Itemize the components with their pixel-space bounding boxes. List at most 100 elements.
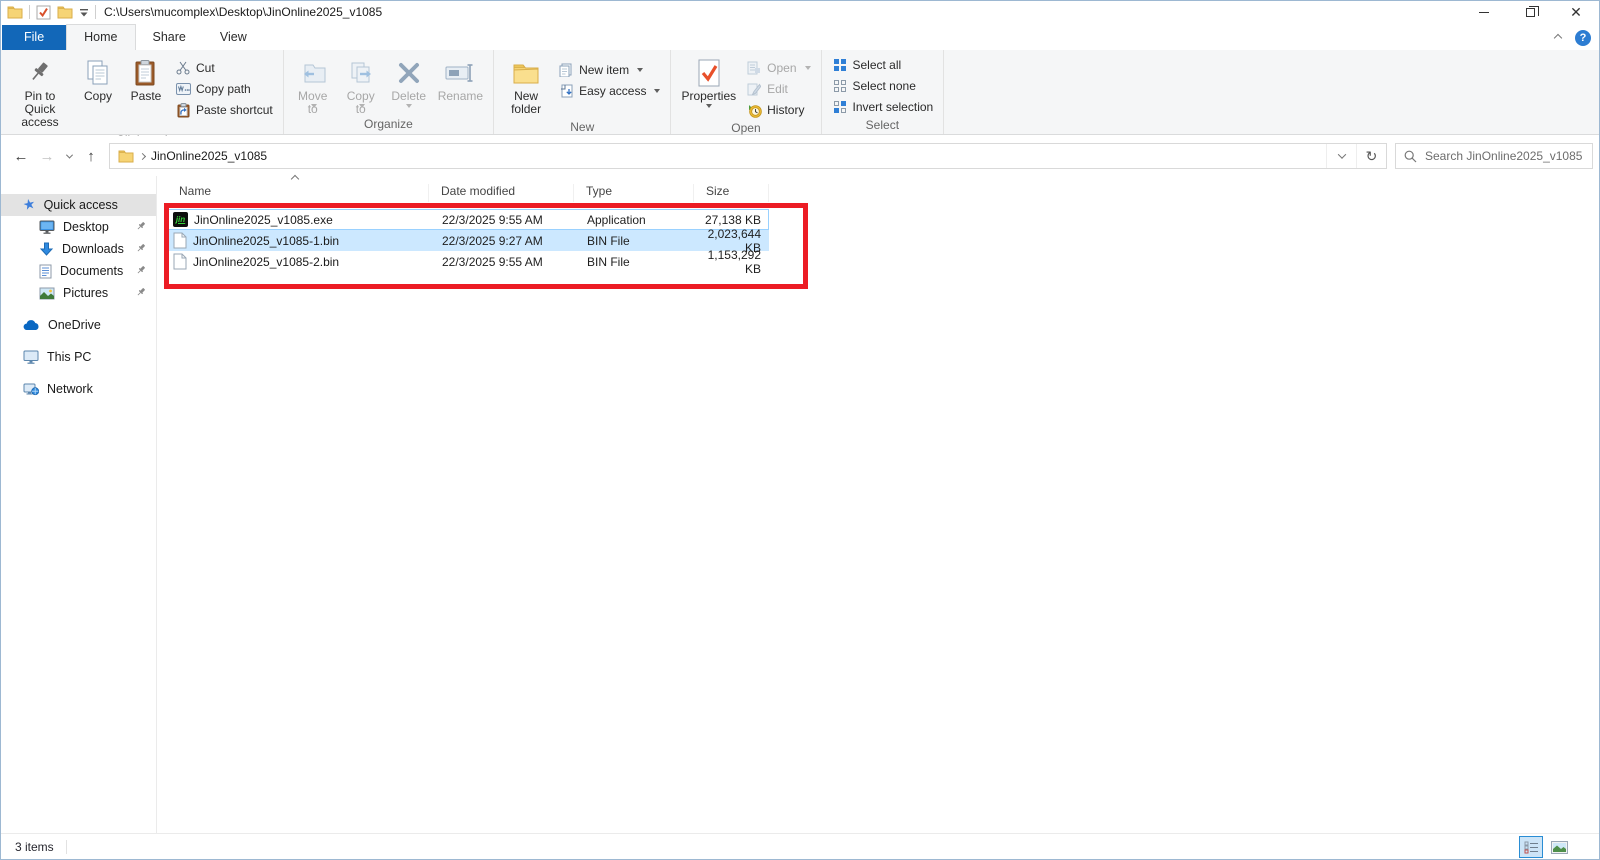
sort-ascending-icon <box>291 175 299 183</box>
dropdown-arrow-icon <box>406 104 412 108</box>
copy-path-icon <box>175 81 191 97</box>
copy-path-button[interactable]: Copy path <box>171 80 277 98</box>
collapse-ribbon-icon[interactable] <box>1554 34 1562 42</box>
column-header-type[interactable]: Type <box>574 184 694 202</box>
open-icon <box>746 60 762 76</box>
new-folder-icon <box>512 58 540 88</box>
invert-selection-icon <box>832 99 848 115</box>
tab-home[interactable]: Home <box>66 24 135 50</box>
properties-button[interactable]: Properties <box>677 55 740 110</box>
window-title-path: C:\Users\mucomplex\Desktop\JinOnline2025… <box>104 5 382 19</box>
move-to-button[interactable]: Move to <box>290 55 336 110</box>
copy-button[interactable]: Copy <box>75 55 121 105</box>
rename-button[interactable]: Rename <box>434 55 487 105</box>
new-item-button[interactable]: New item <box>554 61 664 79</box>
open-button[interactable]: Open <box>742 59 814 77</box>
sidebar-item-quick-access[interactable]: ★ Quick access <box>1 194 156 216</box>
select-all-button[interactable]: Select all <box>828 56 906 74</box>
this-pc-icon <box>23 350 39 364</box>
navigation-row: ← → ↑ JinOnline2025_v1085 ↻ <box>1 136 1599 176</box>
cut-button[interactable]: Cut <box>171 59 277 77</box>
group-label-select: Select <box>824 116 942 135</box>
file-row-bin-1[interactable]: JinOnline2025_v1085-1.bin 22/3/2025 9:27… <box>167 230 769 251</box>
pin-icon <box>136 243 146 253</box>
select-none-button[interactable]: Select none <box>828 77 920 95</box>
move-to-icon <box>300 58 326 88</box>
dropdown-arrow-icon <box>706 104 712 108</box>
ribbon-group-clipboard: Pin to Quick access Copy Paste <box>1 50 284 134</box>
column-header-name[interactable]: Name <box>167 184 429 202</box>
edit-button[interactable]: Edit <box>742 80 814 98</box>
easy-access-button[interactable]: Easy access <box>554 82 664 100</box>
paste-button[interactable]: Paste <box>123 55 169 105</box>
address-dropdown-button[interactable] <box>1326 144 1356 168</box>
edit-icon <box>746 81 762 97</box>
help-icon[interactable]: ? <box>1575 30 1591 46</box>
breadcrumb-folder[interactable]: JinOnline2025_v1085 <box>151 149 267 163</box>
history-button[interactable]: History <box>742 101 814 119</box>
close-button[interactable]: ✕ <box>1553 1 1599 23</box>
search-input[interactable] <box>1425 149 1584 163</box>
paste-shortcut-button[interactable]: Paste shortcut <box>171 101 277 119</box>
file-row-exe[interactable]: jin JinOnline2025_v1085.exe 22/3/2025 9:… <box>167 209 769 230</box>
pictures-icon <box>39 287 55 300</box>
scissors-icon <box>175 60 191 76</box>
refresh-icon: ↻ <box>1366 148 1378 165</box>
easy-access-icon <box>558 83 574 99</box>
search-icon <box>1404 150 1417 163</box>
onedrive-cloud-icon <box>23 320 40 331</box>
sidebar-item-documents[interactable]: Documents <box>1 260 156 282</box>
copy-to-button[interactable]: Copy to <box>338 55 384 110</box>
tab-view[interactable]: View <box>203 25 264 50</box>
address-bar[interactable]: JinOnline2025_v1085 ↻ <box>109 143 1387 169</box>
file-rows: jin JinOnline2025_v1085.exe 22/3/2025 9:… <box>167 209 769 272</box>
recent-locations-dropdown[interactable] <box>61 144 77 168</box>
restore-icon <box>1526 8 1535 17</box>
minimize-button[interactable] <box>1461 1 1507 23</box>
thumbnails-view-button[interactable] <box>1547 836 1571 858</box>
sidebar-item-pictures[interactable]: Pictures <box>1 282 156 304</box>
back-button[interactable]: ← <box>9 144 33 168</box>
delete-button[interactable]: Delete <box>386 55 432 110</box>
sidebar-item-network[interactable]: Network <box>1 378 156 400</box>
sidebar-item-downloads[interactable]: Downloads <box>1 238 156 260</box>
select-all-icon <box>832 57 848 73</box>
sidebar-item-desktop[interactable]: Desktop <box>1 216 156 238</box>
window-controls: ✕ <box>1461 1 1599 23</box>
breadcrumb-chevron-icon[interactable] <box>139 152 146 159</box>
sidebar-item-onedrive[interactable]: OneDrive <box>1 314 156 336</box>
downloads-icon <box>39 242 54 257</box>
file-row-bin-2[interactable]: JinOnline2025_v1085-2.bin 22/3/2025 9:55… <box>167 251 769 272</box>
sidebar-item-this-pc[interactable]: This PC <box>1 346 156 368</box>
quick-access-star-icon: ★ <box>21 196 37 214</box>
pin-icon <box>136 265 146 275</box>
desktop-icon <box>39 220 55 234</box>
customize-qat-dropdown[interactable] <box>79 8 89 17</box>
dropdown-arrow-icon <box>311 104 317 108</box>
copy-to-icon <box>348 58 374 88</box>
up-button[interactable]: ↑ <box>79 144 103 168</box>
search-box[interactable] <box>1395 143 1593 169</box>
network-icon <box>23 382 39 396</box>
address-folder-icon <box>118 149 134 163</box>
restore-button[interactable] <box>1507 1 1553 23</box>
pin-to-quick-access-button[interactable]: Pin to Quick access <box>7 55 73 131</box>
tab-share[interactable]: Share <box>136 25 203 50</box>
documents-icon <box>39 264 52 279</box>
new-folder-quick-button[interactable] <box>57 5 73 19</box>
forward-button[interactable]: → <box>35 144 59 168</box>
column-header-size[interactable]: Size <box>694 184 769 202</box>
new-item-icon <box>558 62 574 78</box>
new-folder-button[interactable]: New folder <box>500 55 552 118</box>
tab-file[interactable]: File <box>2 25 66 50</box>
column-header-date-modified[interactable]: Date modified <box>429 184 574 202</box>
divider <box>29 5 30 19</box>
properties-quick-button[interactable] <box>36 5 51 20</box>
refresh-button[interactable]: ↻ <box>1356 144 1386 168</box>
explorer-folder-icon <box>7 5 23 19</box>
main-area: ★ Quick access Desktop Downloads <box>1 176 1599 833</box>
group-label-organize: Organize <box>286 115 491 134</box>
invert-selection-button[interactable]: Invert selection <box>828 98 938 116</box>
ribbon-group-open: Properties Open Edi <box>671 50 821 134</box>
details-view-button[interactable] <box>1519 836 1543 858</box>
